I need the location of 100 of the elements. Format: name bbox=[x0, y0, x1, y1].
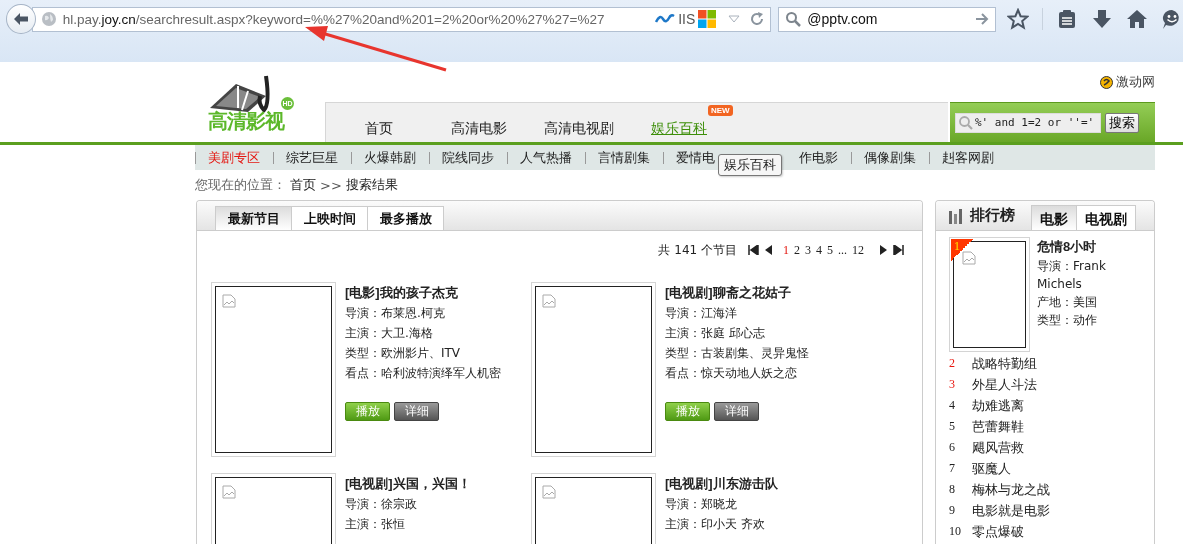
program-detail: 导演：徐宗政 bbox=[345, 496, 418, 513]
star-icon bbox=[1007, 8, 1029, 30]
broken-image-icon bbox=[222, 294, 236, 308]
search-button[interactable]: 搜索 bbox=[1105, 112, 1139, 133]
windows-logo-icon bbox=[698, 10, 717, 28]
breadcrumb-label: 您现在的位置： bbox=[195, 176, 286, 194]
previous-page-icon bbox=[764, 245, 773, 255]
home-button[interactable] bbox=[1126, 8, 1148, 30]
details-button[interactable]: 详细 bbox=[394, 402, 439, 421]
page-link[interactable]: 5 bbox=[827, 242, 833, 258]
movie-link[interactable]: 驱魔人 bbox=[972, 458, 1011, 479]
category-link[interactable]: 火爆韩剧 bbox=[351, 151, 429, 164]
tab[interactable]: 电视剧 bbox=[1076, 205, 1136, 230]
search-field[interactable]: @pptv.com bbox=[778, 6, 996, 32]
reload-icon bbox=[750, 12, 765, 26]
rank-number: 9 bbox=[949, 502, 956, 519]
rank-number: 2 bbox=[949, 355, 956, 372]
program-detail: 主演：张恒 bbox=[345, 516, 406, 533]
back-button[interactable] bbox=[6, 4, 36, 34]
nav-link[interactable]: 娱乐百科 bbox=[651, 120, 707, 136]
rank-number: 5 bbox=[949, 418, 956, 435]
program-detail: 导演：郑晓龙 bbox=[665, 496, 738, 513]
star-button[interactable] bbox=[1007, 8, 1029, 30]
logo-text: 高清影视 bbox=[208, 109, 286, 134]
nav-link[interactable]: 首页 bbox=[365, 120, 393, 136]
category-link[interactable]: 爱情电 bbox=[663, 151, 715, 164]
program-detail: 看点：惊天动地人妖之恋 bbox=[665, 365, 798, 382]
category-link[interactable]: 赳客网剧 bbox=[929, 151, 1007, 164]
movie-link[interactable]: 电影就是电影 bbox=[972, 500, 1050, 521]
breadcrumb-link[interactable]: 首页 bbox=[290, 176, 316, 194]
first-page-icon bbox=[748, 245, 759, 255]
search-field[interactable]: %' and 1=2 or ''=' bbox=[955, 112, 1101, 133]
program-detail: 类型：欧洲影片、ITV bbox=[345, 345, 462, 362]
program-detail: 主演：张庭 邱心志 bbox=[665, 325, 766, 342]
rank-number: 7 bbox=[949, 460, 956, 477]
category-link[interactable]: 院线同步 bbox=[429, 151, 507, 164]
program-detail: 看点：哈利波特演绎军人机密 bbox=[345, 365, 501, 382]
result-count: 共 141 个节目 bbox=[658, 241, 737, 259]
globe-icon bbox=[40, 11, 57, 27]
movie-title[interactable]: 危情8小时 bbox=[1037, 237, 1149, 257]
category-link[interactable]: 言情剧集 bbox=[585, 151, 663, 164]
details-button[interactable]: 详细 bbox=[714, 402, 759, 421]
ranking-title: 排行榜 bbox=[970, 206, 1015, 225]
page-link[interactable]: 4 bbox=[816, 242, 822, 258]
movie-link[interactable]: 外星人斗法 bbox=[972, 374, 1037, 395]
movie-link[interactable]: 战略特勤组 bbox=[972, 353, 1037, 374]
partner-name: 激动网 bbox=[1116, 73, 1155, 91]
server-name: IIS bbox=[678, 11, 696, 27]
rank-number: 6 bbox=[949, 439, 956, 456]
program-title[interactable]: [电视剧]聊斋之花姑子 bbox=[665, 283, 809, 303]
tab[interactable]: 最多播放 bbox=[367, 206, 444, 230]
movie-link[interactable]: 飓风营救 bbox=[972, 437, 1024, 458]
url-text: hl.pay.joy.cn/searchresult.aspx?keyword=%%27%20and%201=2%20or%20%27%27=%27 bbox=[62, 11, 605, 27]
program-detail: 类型：古装剧集、灵异鬼怪 bbox=[665, 345, 809, 362]
program-title[interactable]: [电影]我的孩子杰克 bbox=[345, 283, 501, 303]
page-link[interactable]: 1 bbox=[783, 242, 789, 258]
nav-link[interactable]: 高清电影 bbox=[451, 120, 507, 136]
tab[interactable]: 上映时间 bbox=[291, 206, 368, 230]
movie-link[interactable]: 零点爆破 bbox=[972, 521, 1024, 542]
partner-logo-icon bbox=[1100, 75, 1113, 89]
next-page-icon bbox=[879, 245, 888, 255]
page-link[interactable]: 2 bbox=[794, 242, 800, 258]
broken-image-icon bbox=[222, 485, 236, 499]
movie-link[interactable]: 芭蕾舞鞋 bbox=[972, 416, 1024, 437]
movie-detail: 类型：动作 bbox=[1037, 312, 1098, 329]
rank-badge: 1 bbox=[951, 239, 973, 261]
nav-link[interactable]: 高清电视剧 bbox=[544, 120, 614, 136]
category-link[interactable]: 作电影 bbox=[787, 151, 851, 164]
program-detail: 导演：布莱恩.柯克 bbox=[345, 305, 446, 322]
go-arrow-icon bbox=[975, 13, 989, 25]
rank-number: 3 bbox=[949, 376, 956, 393]
program-title[interactable]: [电视剧]川东游击队 bbox=[665, 474, 778, 494]
page-link[interactable]: 3 bbox=[805, 242, 811, 258]
dropdown-icon bbox=[728, 15, 741, 23]
program-detail: 主演：大卫.海格 bbox=[345, 325, 434, 342]
category-link[interactable]: 综艺巨星 bbox=[273, 151, 351, 164]
rank-number: 8 bbox=[949, 481, 956, 498]
tab[interactable]: 最新节目 bbox=[215, 206, 292, 230]
page-link[interactable]: 12 bbox=[852, 242, 864, 258]
clipboard-button[interactable] bbox=[1056, 8, 1078, 30]
category-link[interactable]: 偶像剧集 bbox=[851, 151, 929, 164]
wave-icon bbox=[655, 14, 676, 24]
new-badge: NEW bbox=[708, 105, 733, 116]
movie-link[interactable]: 劫难逃离 bbox=[972, 395, 1024, 416]
bar-chart-icon bbox=[948, 207, 964, 224]
movie-link[interactable]: 梅林与龙之战 bbox=[972, 479, 1050, 500]
category-link[interactable]: 美剧专区 bbox=[195, 151, 273, 164]
rank-number: 4 bbox=[949, 397, 956, 414]
partner-link[interactable]: 激动网 bbox=[1100, 73, 1155, 91]
broken-image-icon bbox=[542, 294, 556, 308]
breadcrumb-separator: >> bbox=[320, 177, 342, 193]
page-link[interactable]: ... bbox=[838, 242, 847, 258]
address-bar[interactable]: hl.pay.joy.cn/searchresult.aspx?keyword=%%27%20and%201=2%20or%20%27%27=%27 IIS bbox=[31, 6, 772, 32]
program-detail: 导演：江海洋 bbox=[665, 305, 738, 322]
program-title[interactable]: [电视剧]兴国，兴国！ bbox=[345, 474, 471, 494]
movie-detail: 导演：Frank Michels bbox=[1037, 258, 1107, 293]
tab[interactable]: 电影 bbox=[1031, 205, 1077, 230]
program-detail: 主演：印小天 齐欢 bbox=[665, 516, 766, 533]
download-button[interactable] bbox=[1091, 8, 1113, 30]
category-link[interactable]: 人气热播 bbox=[507, 151, 585, 164]
